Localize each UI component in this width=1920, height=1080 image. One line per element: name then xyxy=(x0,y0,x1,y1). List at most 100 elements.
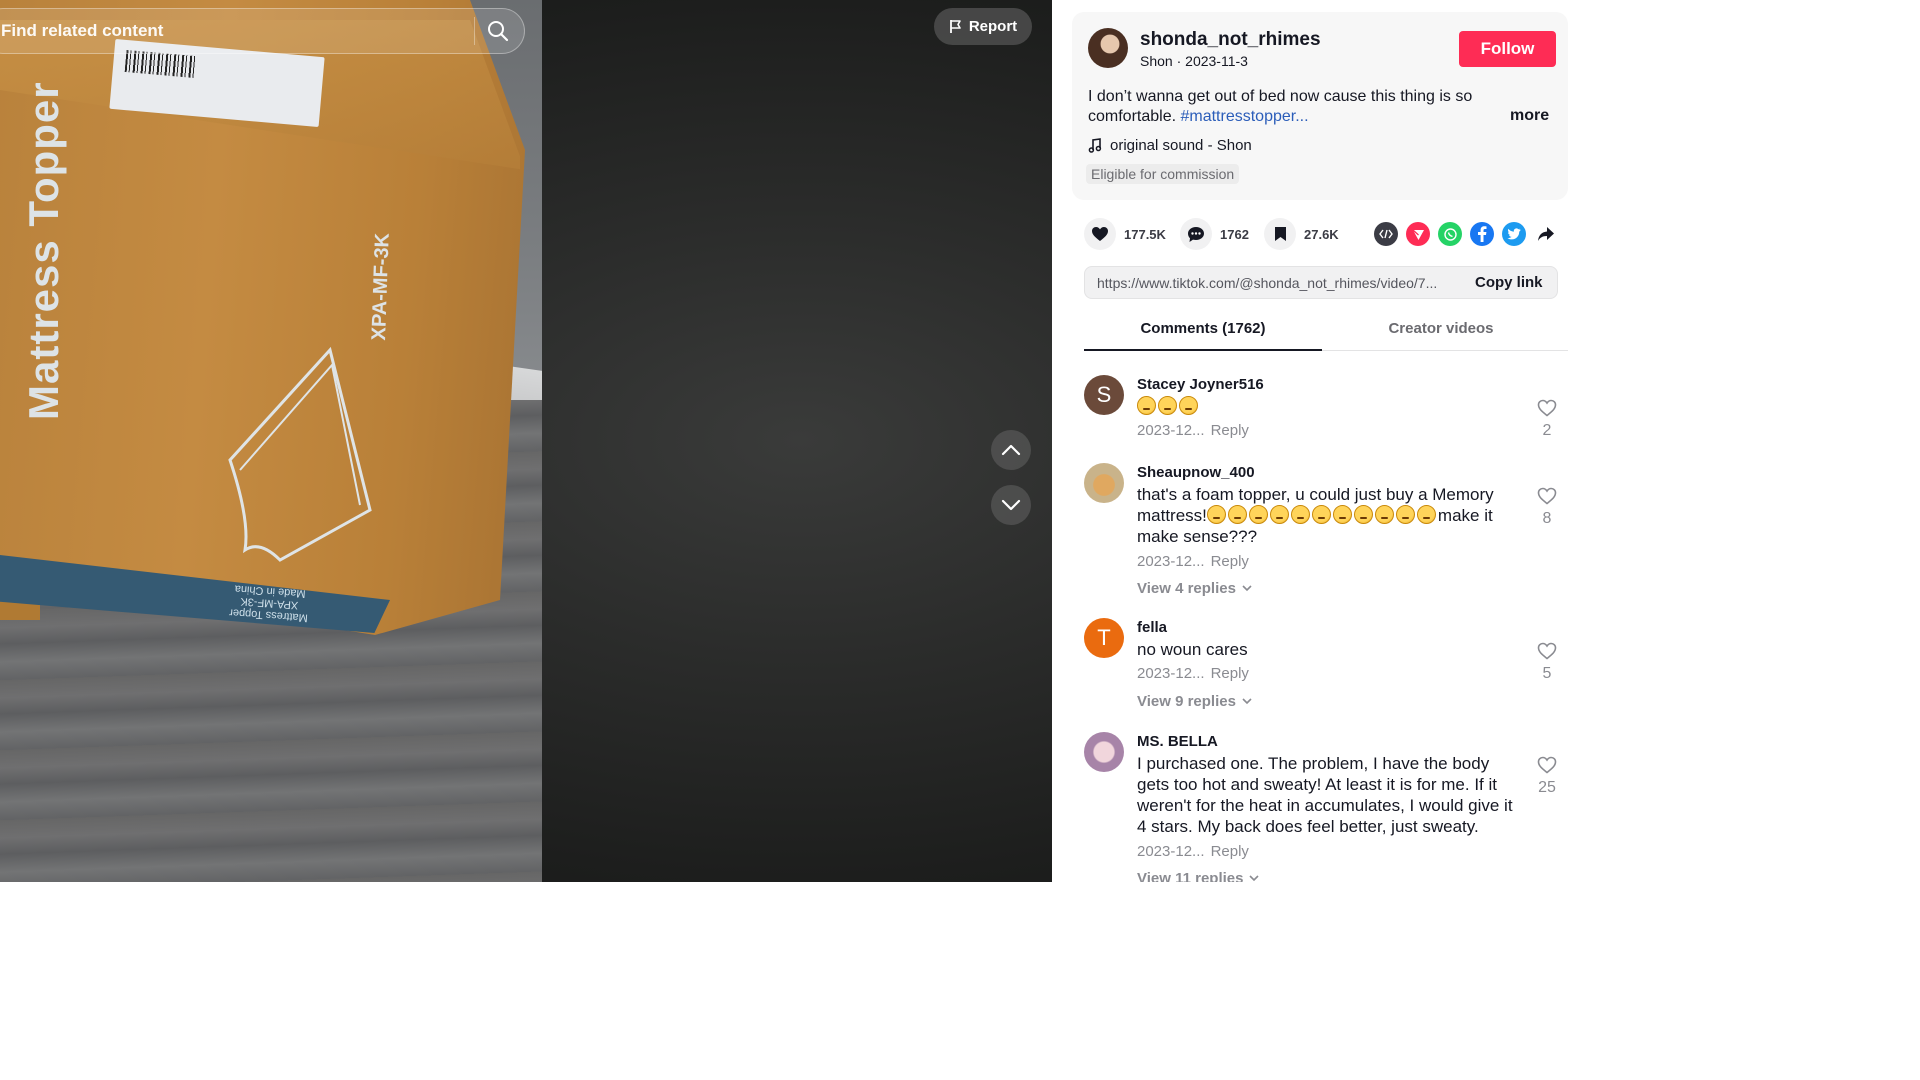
comment-like[interactable]: 2 xyxy=(1534,399,1560,440)
video-info-card: shonda_not_rhimes Shon · 2023-11-3 Follo… xyxy=(1072,12,1568,200)
report-label: Report xyxy=(968,18,1018,35)
chevron-down-icon xyxy=(1242,585,1252,592)
search-icon[interactable] xyxy=(486,19,510,43)
emoji-icon xyxy=(1227,505,1247,524)
music-link[interactable]: original sound - Shon xyxy=(1088,137,1252,154)
hashtag-link[interactable]: #mattresstopper... xyxy=(1180,108,1308,125)
comment-username[interactable]: Stacey Joyner516 xyxy=(1137,376,1264,393)
side-panel: shonda_not_rhimes Shon · 2023-11-3 Follo… xyxy=(1052,0,1568,882)
copy-link-button[interactable]: Copy link xyxy=(1475,274,1543,291)
facebook-icon[interactable] xyxy=(1470,222,1494,246)
emoji-icon xyxy=(1374,505,1394,524)
commission-badge: Eligible for commission xyxy=(1086,164,1240,184)
comment-like[interactable]: 5 xyxy=(1534,642,1560,683)
more-button[interactable]: more xyxy=(1510,107,1549,125)
video-player[interactable]: Mattress Topper XPA-MF-3K Mattress Toppe… xyxy=(0,0,1052,882)
actions-row: 177.5K 1762 27.6K xyxy=(1084,218,1564,250)
search-divider xyxy=(474,17,475,45)
video-frame[interactable]: Mattress Topper XPA-MF-3K Mattress Toppe… xyxy=(0,0,542,882)
share-arrow-icon[interactable] xyxy=(1534,222,1558,246)
view-replies-label: View 9 replies xyxy=(1137,693,1236,710)
emoji-icon xyxy=(1206,505,1226,524)
emoji-icon xyxy=(1416,505,1436,524)
avatar[interactable]: S xyxy=(1084,375,1124,415)
search-bar[interactable] xyxy=(0,8,525,54)
emoji-icon xyxy=(1248,505,1268,524)
tab-comments[interactable]: Comments (1762) xyxy=(1084,311,1322,351)
view-replies-label: View 4 replies xyxy=(1137,580,1236,597)
comment-text: that's a foam topper, u could just buy a… xyxy=(1137,484,1517,547)
chevron-down-icon xyxy=(1249,875,1260,882)
comment-date: 2023-12... xyxy=(1137,665,1205,682)
heart-outline-icon xyxy=(1537,399,1557,417)
post-date: 2023-11-3 xyxy=(1185,53,1248,69)
reply-button[interactable]: Reply xyxy=(1211,843,1249,860)
twitter-icon[interactable] xyxy=(1502,222,1526,246)
separator-dot: · xyxy=(1176,53,1186,69)
comment-like-count: 2 xyxy=(1542,422,1552,439)
view-replies-button[interactable]: View 11 replies xyxy=(1137,870,1260,882)
comment-date: 2023-12... xyxy=(1137,422,1205,439)
comment-username[interactable]: MS. BELLA xyxy=(1137,733,1218,750)
box-print-bottom: Mattress Topper XPA-MF-3K Made in China xyxy=(229,582,310,624)
report-button[interactable]: Report xyxy=(934,8,1032,45)
video-caption: I don’t wanna get out of bed now cause t… xyxy=(1088,87,1508,127)
author-nickname: Shon xyxy=(1140,53,1173,69)
bookmark-icon xyxy=(1274,227,1286,241)
chevron-down-icon xyxy=(1242,698,1252,705)
emoji-icon xyxy=(1332,505,1352,524)
view-replies-button[interactable]: View 9 replies xyxy=(1137,693,1252,710)
view-replies-label: View 11 replies xyxy=(1137,870,1244,882)
emoji-icon xyxy=(1158,396,1177,415)
heart-outline-icon xyxy=(1537,642,1557,660)
comment-like-count: 8 xyxy=(1542,510,1552,527)
like-action[interactable]: 177.5K xyxy=(1084,218,1166,250)
avatar[interactable] xyxy=(1084,463,1124,503)
next-video-button[interactable] xyxy=(991,485,1031,525)
comment-username[interactable]: Sheaupnow_400 xyxy=(1137,464,1255,481)
comment-like[interactable]: 8 xyxy=(1534,487,1560,528)
comment-meta: 2023-12... Reply xyxy=(1137,843,1249,860)
embed-icon[interactable] xyxy=(1374,222,1398,246)
video-link-url[interactable]: https://www.tiktok.com/@shonda_not_rhime… xyxy=(1097,275,1462,291)
music-label: original sound - Shon xyxy=(1110,137,1252,154)
comment-button[interactable] xyxy=(1180,218,1212,250)
emoji-icon xyxy=(1290,505,1310,524)
comment-action[interactable]: 1762 xyxy=(1180,218,1249,250)
comment-count: 1762 xyxy=(1220,226,1249,242)
like-button[interactable] xyxy=(1084,218,1116,250)
send-icon[interactable] xyxy=(1406,222,1430,246)
comment-date: 2023-12... xyxy=(1137,843,1205,860)
emoji-icon xyxy=(1353,505,1373,524)
flag-icon xyxy=(949,20,961,33)
panel-tabs: Comments (1762) Creator videos xyxy=(1084,311,1568,351)
previous-video-button[interactable] xyxy=(991,430,1031,470)
video-link-box: https://www.tiktok.com/@shonda_not_rhime… xyxy=(1084,266,1558,299)
heart-outline-icon xyxy=(1537,487,1557,505)
author-avatar[interactable] xyxy=(1088,28,1128,68)
view-replies-button[interactable]: View 4 replies xyxy=(1137,580,1252,597)
topper-graphic xyxy=(228,346,372,562)
music-note-icon xyxy=(1088,138,1102,153)
follow-button[interactable]: Follow xyxy=(1459,31,1556,67)
reply-button[interactable]: Reply xyxy=(1211,422,1249,439)
search-input[interactable] xyxy=(1,9,456,53)
tab-creator-videos[interactable]: Creator videos xyxy=(1322,311,1560,351)
author-username[interactable]: shonda_not_rhimes xyxy=(1140,29,1321,51)
comment-meta: 2023-12... Reply xyxy=(1137,422,1249,439)
comment-date: 2023-12... xyxy=(1137,553,1205,570)
comment-like-count: 25 xyxy=(1538,779,1556,796)
avatar[interactable]: T xyxy=(1084,618,1124,658)
chevron-up-icon xyxy=(1001,444,1021,456)
comment-username[interactable]: fella xyxy=(1137,619,1167,636)
reply-button[interactable]: Reply xyxy=(1211,665,1249,682)
avatar[interactable] xyxy=(1084,732,1124,772)
save-button[interactable] xyxy=(1264,218,1296,250)
comment-meta: 2023-12... Reply xyxy=(1137,553,1249,570)
emoji-icon xyxy=(1395,505,1415,524)
reply-button[interactable]: Reply xyxy=(1211,553,1249,570)
save-action[interactable]: 27.6K xyxy=(1264,218,1339,250)
comment-text xyxy=(1137,396,1517,417)
comment-like[interactable]: 25 xyxy=(1534,756,1560,797)
whatsapp-icon[interactable] xyxy=(1438,222,1462,246)
